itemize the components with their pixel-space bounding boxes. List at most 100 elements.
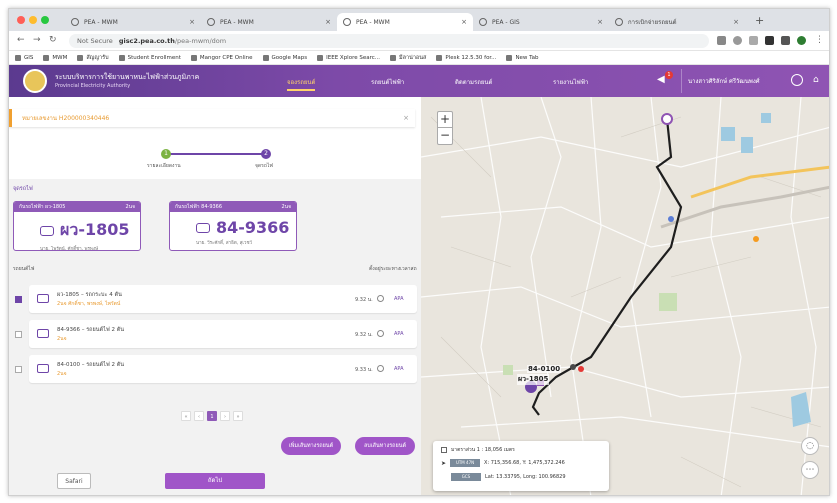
apa-link[interactable]: APA xyxy=(394,331,404,337)
bookmark-star-icon[interactable] xyxy=(749,36,758,45)
browser-tab[interactable]: PEA - MWM × xyxy=(65,13,201,31)
back-arrow-icon[interactable]: ← xyxy=(17,35,25,45)
submit-button[interactable]: ถัดไป xyxy=(165,473,265,489)
bookmark-item[interactable]: มีลาน่าอนส xyxy=(390,54,426,62)
prev-page-button[interactable]: ‹ xyxy=(194,411,204,421)
map-poi xyxy=(668,216,674,222)
reload-icon[interactable]: ↻ xyxy=(49,35,57,45)
page-number[interactable]: 1 xyxy=(207,411,217,421)
car-icon xyxy=(196,222,210,233)
vehicle-card[interactable]: กันรถไฟฟ้า 84-9366 2นจ 84-9366 นาย. วีระศ… xyxy=(169,201,297,251)
bookmark-item[interactable]: Google Maps xyxy=(262,54,307,61)
browser-tab[interactable]: PEA - GIS × xyxy=(473,13,609,31)
park-area xyxy=(659,293,677,311)
browser-tab-active[interactable]: PEA - MWM × xyxy=(337,13,473,31)
zoom-control: + − xyxy=(437,111,453,145)
info-icon[interactable] xyxy=(377,330,384,337)
app-header: ระบบบริหารการใช้ยานพาหนะไฟฟ้าส่วนภูมิภาค… xyxy=(9,65,829,97)
maximize-window-button[interactable] xyxy=(41,16,49,24)
nav-track-vehicle[interactable]: ติดตามรถยนต์ xyxy=(455,77,492,87)
close-icon[interactable]: × xyxy=(403,114,409,122)
nav-book-vehicle[interactable]: จองรถยนต์ xyxy=(287,77,316,91)
info-icon[interactable] xyxy=(377,365,384,372)
share-icon[interactable] xyxy=(733,36,742,45)
step-1-dot[interactable]: 1 xyxy=(161,149,171,159)
browser-tab[interactable]: การเบิกจ่ายรถยนต์ × xyxy=(609,13,745,31)
extensions-icon[interactable] xyxy=(765,36,774,45)
close-tab-icon[interactable]: × xyxy=(733,18,739,26)
nav-report[interactable]: รายงานไฟฟ้า xyxy=(553,77,588,87)
first-page-button[interactable]: « xyxy=(181,411,191,421)
vehicle-card[interactable]: กันรถไฟฟ้า ผว-1805 2นจ ผว-1805 นาย. ไพรัต… xyxy=(13,201,141,251)
home-icon[interactable]: ⌂ xyxy=(813,75,819,85)
app-subtitle: Provincial Electricity Authority xyxy=(55,83,131,89)
more-options-icon[interactable]: ⋯ xyxy=(801,461,819,479)
url-domain: gisc2.pea.co.th xyxy=(118,37,175,45)
apa-link[interactable]: APA xyxy=(394,296,404,302)
row-checkbox[interactable] xyxy=(15,366,22,373)
url-path: /pea-mwm/dom xyxy=(174,37,227,45)
last-page-button[interactable]: » xyxy=(233,411,243,421)
add-route-button[interactable]: เพิ่มเส้นทางรถยนต์ xyxy=(281,437,341,455)
car-icon xyxy=(40,225,54,236)
apa-link[interactable]: APA xyxy=(394,366,404,372)
back-button[interactable]: Safari xyxy=(57,473,91,489)
not-secure-label: Not Secure xyxy=(77,37,113,45)
bell-icon[interactable]: ◀ xyxy=(657,74,665,85)
zoom-in-button[interactable]: + xyxy=(438,112,452,128)
vehicle-row[interactable]: 84-9366 – รถยนต์ไฟ 2 ตัน 2นจ 9.32 น. APA xyxy=(29,320,417,348)
browser-tab[interactable]: PEA - MWM × xyxy=(201,13,337,31)
tab-title: PEA - MWM xyxy=(356,18,390,26)
tab-bar: PEA - MWM × PEA - MWM × PEA - MWM × PEA … xyxy=(9,9,829,31)
close-tab-icon[interactable]: × xyxy=(189,18,195,26)
step-2-dot[interactable]: 2 xyxy=(261,149,271,159)
vehicle-label: ผว-1805 xyxy=(517,374,550,385)
nav-electric-vehicle[interactable]: รถยนต์ไฟฟ้า xyxy=(371,77,404,87)
sidebar-icon[interactable] xyxy=(781,36,790,45)
page-icon xyxy=(436,54,443,61)
close-tab-icon[interactable]: × xyxy=(325,18,331,26)
profile-avatar-icon[interactable] xyxy=(797,36,806,45)
map-view[interactable]: + − 84-0100 ผว-1805 มาตราส่วน 1 : 18,056… xyxy=(421,97,829,495)
bookmark-item[interactable]: Student Enrollment xyxy=(118,54,181,61)
car-icon xyxy=(37,329,49,338)
bookmark-item[interactable]: สัญญารับ xyxy=(77,54,109,62)
vehicle-row[interactable]: ผว-1805 – รถกระบะ 4 ตัน 2นจ ศักดิ์ชา, พร… xyxy=(29,285,417,313)
browser-menu-icon[interactable]: ⋮ xyxy=(815,35,824,45)
next-page-button[interactable]: › xyxy=(220,411,230,421)
list-header-left: รถยนต์ไฟ xyxy=(13,266,35,272)
bookmark-item[interactable]: New Tab xyxy=(506,54,539,61)
notification-badge: 1 xyxy=(665,71,673,79)
bookmark-item[interactable]: Plesk 12.5.30 for... xyxy=(436,54,496,61)
close-window-button[interactable] xyxy=(17,16,25,24)
car-icon xyxy=(37,364,49,373)
pea-logo xyxy=(23,69,47,93)
row-checkbox[interactable] xyxy=(15,331,22,338)
bookmark-item[interactable]: MWM xyxy=(43,54,67,61)
url-field[interactable]: Not Secure gisc2.pea.co.th /pea-mwm/dom xyxy=(69,34,709,48)
step-line xyxy=(167,153,267,155)
list-header-right: ตั้งอยู่ระยะทางเวลาสถ xyxy=(369,266,417,272)
map-canvas xyxy=(421,97,829,495)
close-tab-icon[interactable]: × xyxy=(461,18,467,26)
map-poi xyxy=(753,236,759,242)
page-icon xyxy=(118,54,125,61)
forward-arrow-icon[interactable]: → xyxy=(33,35,41,45)
bookmark-item[interactable]: GIS xyxy=(15,54,33,61)
page-icon xyxy=(390,54,396,61)
row-checkbox[interactable] xyxy=(15,296,22,303)
remove-route-button[interactable]: ลบเส้นทางรถยนต์ xyxy=(355,437,415,455)
zoom-out-button[interactable]: − xyxy=(438,128,452,144)
info-icon[interactable] xyxy=(377,295,384,302)
vehicle-row[interactable]: 84-0100 – รถยนต์ไฟ 2 ตัน 2นจ 9.33 น. APA xyxy=(29,355,417,383)
user-icon[interactable] xyxy=(791,74,803,86)
translate-icon[interactable] xyxy=(717,36,726,45)
new-tab-icon[interactable]: + xyxy=(755,14,764,27)
bookmark-item[interactable]: Mangor CPE Online xyxy=(190,54,253,61)
minimize-window-button[interactable] xyxy=(29,16,37,24)
bookmark-item[interactable]: IEEE Xplore Searc... xyxy=(317,54,380,61)
favicon-icon xyxy=(71,18,79,26)
close-tab-icon[interactable]: × xyxy=(597,18,603,26)
cursor-icon: ➤ xyxy=(441,459,447,467)
chat-icon[interactable]: ◌ xyxy=(801,437,819,455)
